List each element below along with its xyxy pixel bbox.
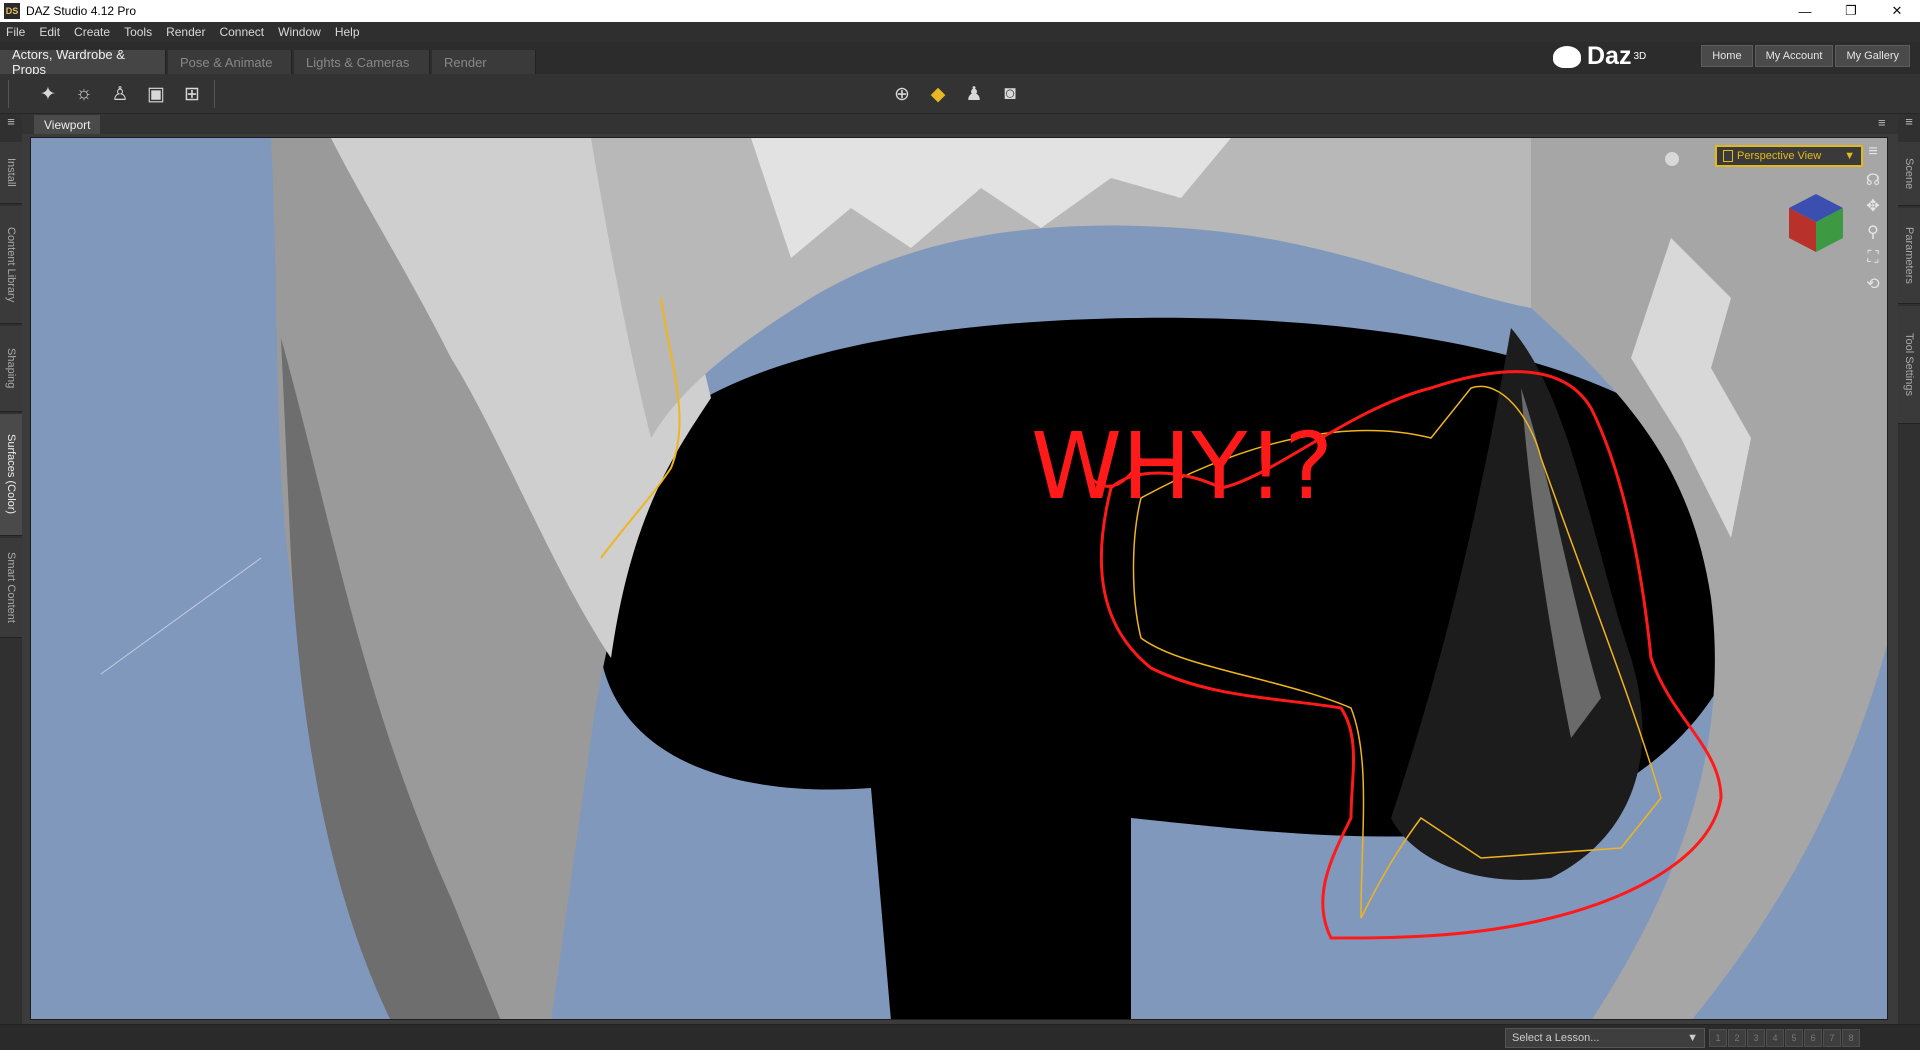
tab-scene[interactable]: Scene [1898, 142, 1920, 206]
my-account-button[interactable]: My Account [1754, 45, 1834, 67]
zoom-icon[interactable]: ⚲ [1863, 222, 1883, 242]
daz-logo-icon [1553, 45, 1581, 68]
lesson-step[interactable]: 7 [1823, 1029, 1841, 1047]
prop-tool-icon[interactable]: ▣ [142, 80, 170, 108]
menu-file[interactable]: File [6, 25, 25, 39]
viewport-header: Viewport ≡ [22, 114, 1898, 134]
reset-view-icon[interactable]: ⟲ [1863, 274, 1883, 294]
lesson-step[interactable]: 8 [1842, 1029, 1860, 1047]
chevron-down-icon: ▼ [1687, 1032, 1698, 1044]
node-selection-icon[interactable]: ⊕ [888, 80, 916, 108]
orbit-icon[interactable]: ☊ [1863, 170, 1883, 190]
viewport[interactable]: WHY!? Perspective View ▼ ≡ ☊ ✥ ⚲ ⛶ ⟲ [30, 137, 1888, 1020]
brand-name: Daz [1587, 42, 1632, 70]
new-figure-icon[interactable]: ✦ [34, 80, 62, 108]
lesson-step[interactable]: 6 [1804, 1029, 1822, 1047]
lesson-steps: 1 2 3 4 5 6 7 8 [1708, 1029, 1860, 1047]
lesson-step[interactable]: 3 [1747, 1029, 1765, 1047]
why-annotation: WHY!? [1031, 413, 1333, 520]
menu-create[interactable]: Create [74, 25, 110, 39]
viewport-options-icon[interactable]: ≡ [1863, 142, 1883, 162]
restore-button[interactable]: ❐ [1828, 0, 1874, 22]
perspective-view-dropdown[interactable]: Perspective View ▼ [1715, 145, 1863, 167]
lesson-step[interactable]: 2 [1728, 1029, 1746, 1047]
toolbar-grip [8, 80, 9, 108]
status-bar: Select a Lesson... ▼ 1 2 3 4 5 6 7 8 [0, 1024, 1920, 1050]
right-pane-strip: ≡ Scene Parameters Tool Settings [1898, 114, 1920, 1024]
app-icon: DS [4, 3, 20, 19]
menu-bar: File Edit Create Tools Render Connect Wi… [0, 22, 1920, 42]
tab-lights-cameras[interactable]: Lights & Cameras [294, 50, 430, 74]
lesson-step[interactable]: 1 [1709, 1029, 1727, 1047]
figure-selection-icon[interactable]: ♟ [960, 80, 988, 108]
pan-icon[interactable]: ✥ [1863, 196, 1883, 216]
toolbar-separator [214, 80, 215, 108]
tab-surfaces[interactable]: Surfaces (Color) [0, 414, 22, 536]
right-pane-menu-icon[interactable]: ≡ [1898, 114, 1920, 132]
menu-help[interactable]: Help [335, 25, 360, 39]
navigation-cube[interactable] [1783, 190, 1849, 256]
chevron-down-icon: ▼ [1844, 150, 1855, 162]
node-tool-icon[interactable]: ⊞ [178, 80, 206, 108]
my-gallery-button[interactable]: My Gallery [1835, 45, 1910, 67]
tab-viewport[interactable]: Viewport [34, 115, 101, 134]
lesson-placeholder: Select a Lesson... [1512, 1032, 1600, 1044]
menu-render[interactable]: Render [166, 25, 205, 39]
daz-logo: Daz 3D [1553, 42, 1646, 71]
menu-window[interactable]: Window [278, 25, 321, 39]
lesson-step[interactable]: 5 [1785, 1029, 1803, 1047]
figure-tool-icon[interactable]: ♙ [106, 80, 134, 108]
tab-pose-animate[interactable]: Pose & Animate [168, 50, 292, 74]
tab-install[interactable]: Install [0, 142, 22, 204]
tab-smart-content[interactable]: Smart Content [0, 538, 22, 638]
viewport-menu-icon[interactable]: ≡ [1878, 115, 1894, 133]
tab-content-library[interactable]: Content Library [0, 206, 22, 324]
home-button[interactable]: Home [1701, 45, 1753, 67]
camera-view-icon [1723, 150, 1733, 162]
frame-icon[interactable]: ⛶ [1863, 248, 1883, 268]
menu-edit[interactable]: Edit [39, 25, 60, 39]
tab-render[interactable]: Render [432, 50, 536, 74]
menu-connect[interactable]: Connect [219, 25, 264, 39]
title-bar: DS DAZ Studio 4.12 Pro — ❐ ✕ [0, 0, 1920, 22]
minimize-button[interactable]: — [1782, 0, 1828, 22]
brand-sup: 3D [1633, 51, 1647, 62]
environment-icon[interactable]: ☼ [70, 80, 98, 108]
surface-selection-icon[interactable]: ◆ [924, 80, 952, 108]
window-title: DAZ Studio 4.12 Pro [26, 4, 137, 18]
menu-tools[interactable]: Tools [124, 25, 152, 39]
window-controls: — ❐ ✕ [1782, 0, 1920, 22]
account-nav: Home My Account My Gallery [1699, 45, 1910, 67]
lesson-select[interactable]: Select a Lesson... ▼ [1505, 1028, 1705, 1048]
tab-tool-settings[interactable]: Tool Settings [1898, 306, 1920, 424]
lesson-step[interactable]: 4 [1766, 1029, 1784, 1047]
left-pane-menu-icon[interactable]: ≡ [0, 114, 22, 132]
tab-parameters[interactable]: Parameters [1898, 208, 1920, 304]
tab-shaping[interactable]: Shaping [0, 326, 22, 412]
scene-render: WHY!? [100, 138, 1887, 1019]
camera-icon[interactable]: ◙ [996, 80, 1024, 108]
guide-line [100, 557, 262, 675]
tab-actors-wardrobe-props[interactable]: Actors, Wardrobe & Props [0, 47, 166, 77]
main-toolbar: ✦ ☼ ♙ ▣ ⊞ ⊕ ◆ ♟ ◙ [0, 74, 1920, 114]
render-preview-icon[interactable] [1665, 152, 1679, 166]
perspective-view-label: Perspective View [1737, 150, 1822, 162]
left-pane-strip: ≡ Install Content Library Shaping Surfac… [0, 114, 22, 1024]
close-button[interactable]: ✕ [1874, 0, 1920, 22]
